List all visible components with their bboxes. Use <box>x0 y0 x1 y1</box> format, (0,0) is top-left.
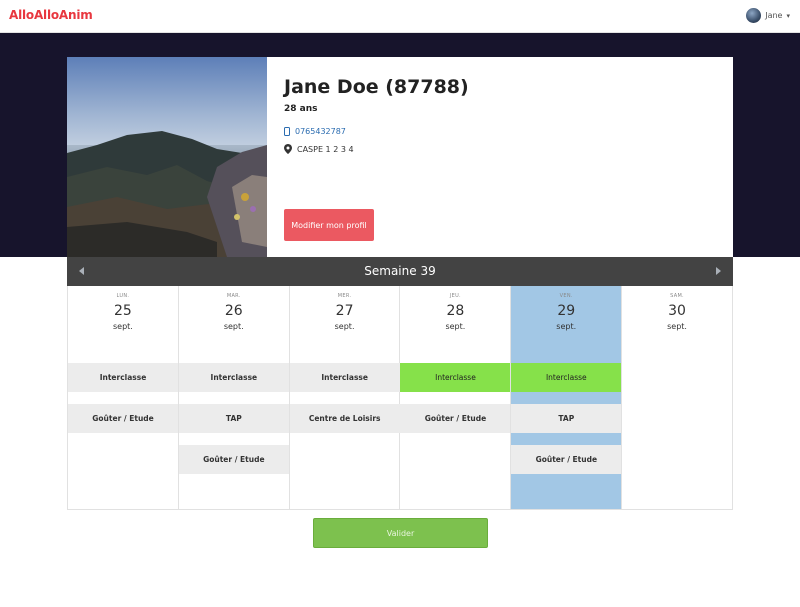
activity-slot[interactable]: Goûter / Etude <box>178 445 289 474</box>
day-number: 29 <box>557 303 576 319</box>
profile-age: 28 ans <box>284 104 318 114</box>
day-number: 25 <box>114 303 132 319</box>
day-number: 27 <box>335 303 354 319</box>
day-month: sept. <box>223 322 244 331</box>
user-name[interactable]: Jane <box>765 11 782 20</box>
profile-name: Jane Doe (87788) <box>284 76 469 98</box>
day-column: MAR. 26 sept. Interclasse TAP Goûter / E… <box>178 286 290 509</box>
day-header: VEN. 29 sept. <box>511 286 621 331</box>
phone-row: 0765432787 <box>284 127 716 136</box>
phone-icon <box>284 127 290 136</box>
day-month: sept. <box>112 322 133 331</box>
activity-slot[interactable]: TAP <box>178 404 289 433</box>
day-abbr: VEN. <box>559 293 573 299</box>
day-abbr: SAM. <box>670 293 684 299</box>
caret-down-icon[interactable]: ▾ <box>786 12 790 20</box>
activity-slot[interactable]: Interclasse <box>400 363 511 392</box>
day-abbr: LUN. <box>116 293 130 299</box>
week-calendar: LUN. 25 sept. Interclasse Goûter / Etude… <box>67 286 733 510</box>
day-column: MER. 27 sept. Interclasse Centre de Lois… <box>289 286 401 509</box>
activity-slot[interactable]: Interclasse <box>511 363 622 392</box>
day-column: LUN. 25 sept. Interclasse Goûter / Etude <box>68 286 179 509</box>
brand-logo[interactable]: AlloAlloAnim <box>9 8 93 22</box>
day-header: LUN. 25 sept. <box>68 286 178 331</box>
top-navbar: AlloAlloAnim Jane ▾ <box>0 0 800 33</box>
profile-photo <box>67 57 267 257</box>
profile-card: Jane Doe (87788) 28 ans 0765432787 CASPE… <box>67 57 733 257</box>
phone-link[interactable]: 0765432787 <box>295 127 346 136</box>
day-abbr: JEU. <box>449 293 461 299</box>
day-column: VEN. 29 sept. Interclasse TAP Goûter / E… <box>511 286 623 509</box>
day-month: sept. <box>667 322 687 331</box>
location-row: CASPE 1 2 3 4 <box>284 144 716 154</box>
profile-info: Jane Doe (87788) 28 ans 0765432787 CASPE… <box>267 57 733 257</box>
activity-slot[interactable]: Interclasse <box>289 363 400 392</box>
day-column: SAM. 30 sept. <box>622 286 733 509</box>
day-number: 30 <box>668 303 686 319</box>
day-header: JEU. 28 sept. <box>400 286 510 331</box>
day-header: SAM. 30 sept. <box>622 286 732 331</box>
next-week-icon[interactable] <box>716 267 721 275</box>
day-abbr: MAR. <box>226 293 241 299</box>
day-number: 26 <box>224 303 243 319</box>
avatar[interactable] <box>746 8 762 23</box>
activity-slot[interactable]: Centre de Loisirs <box>289 404 400 433</box>
edit-profile-button[interactable]: Modifier mon profil <box>284 209 374 241</box>
activity-slot[interactable]: Goûter / Etude <box>400 404 511 433</box>
week-title: Semaine 39 <box>364 264 436 278</box>
day-header: MER. 27 sept. <box>290 286 400 331</box>
activity-slot[interactable]: Interclasse <box>68 363 178 392</box>
day-number: 28 <box>446 303 465 319</box>
activity-slot[interactable]: Goûter / Etude <box>511 445 622 474</box>
day-column: JEU. 28 sept. Interclasse Goûter / Etude <box>400 286 512 509</box>
location-text: CASPE 1 2 3 4 <box>297 144 354 154</box>
day-abbr: MER. <box>337 293 352 299</box>
activity-slot[interactable]: Goûter / Etude <box>68 404 178 433</box>
day-month: sept. <box>334 322 355 331</box>
day-month: sept. <box>556 322 577 331</box>
week-header: Semaine 39 <box>67 257 733 286</box>
activity-slot[interactable]: Interclasse <box>178 363 289 392</box>
submit-button[interactable]: Valider <box>313 518 488 548</box>
map-pin-icon <box>284 144 292 154</box>
user-menu[interactable]: Jane ▾ <box>746 8 790 23</box>
activity-slot[interactable]: TAP <box>511 404 622 433</box>
day-month: sept. <box>445 322 466 331</box>
day-header: MAR. 26 sept. <box>179 286 289 331</box>
